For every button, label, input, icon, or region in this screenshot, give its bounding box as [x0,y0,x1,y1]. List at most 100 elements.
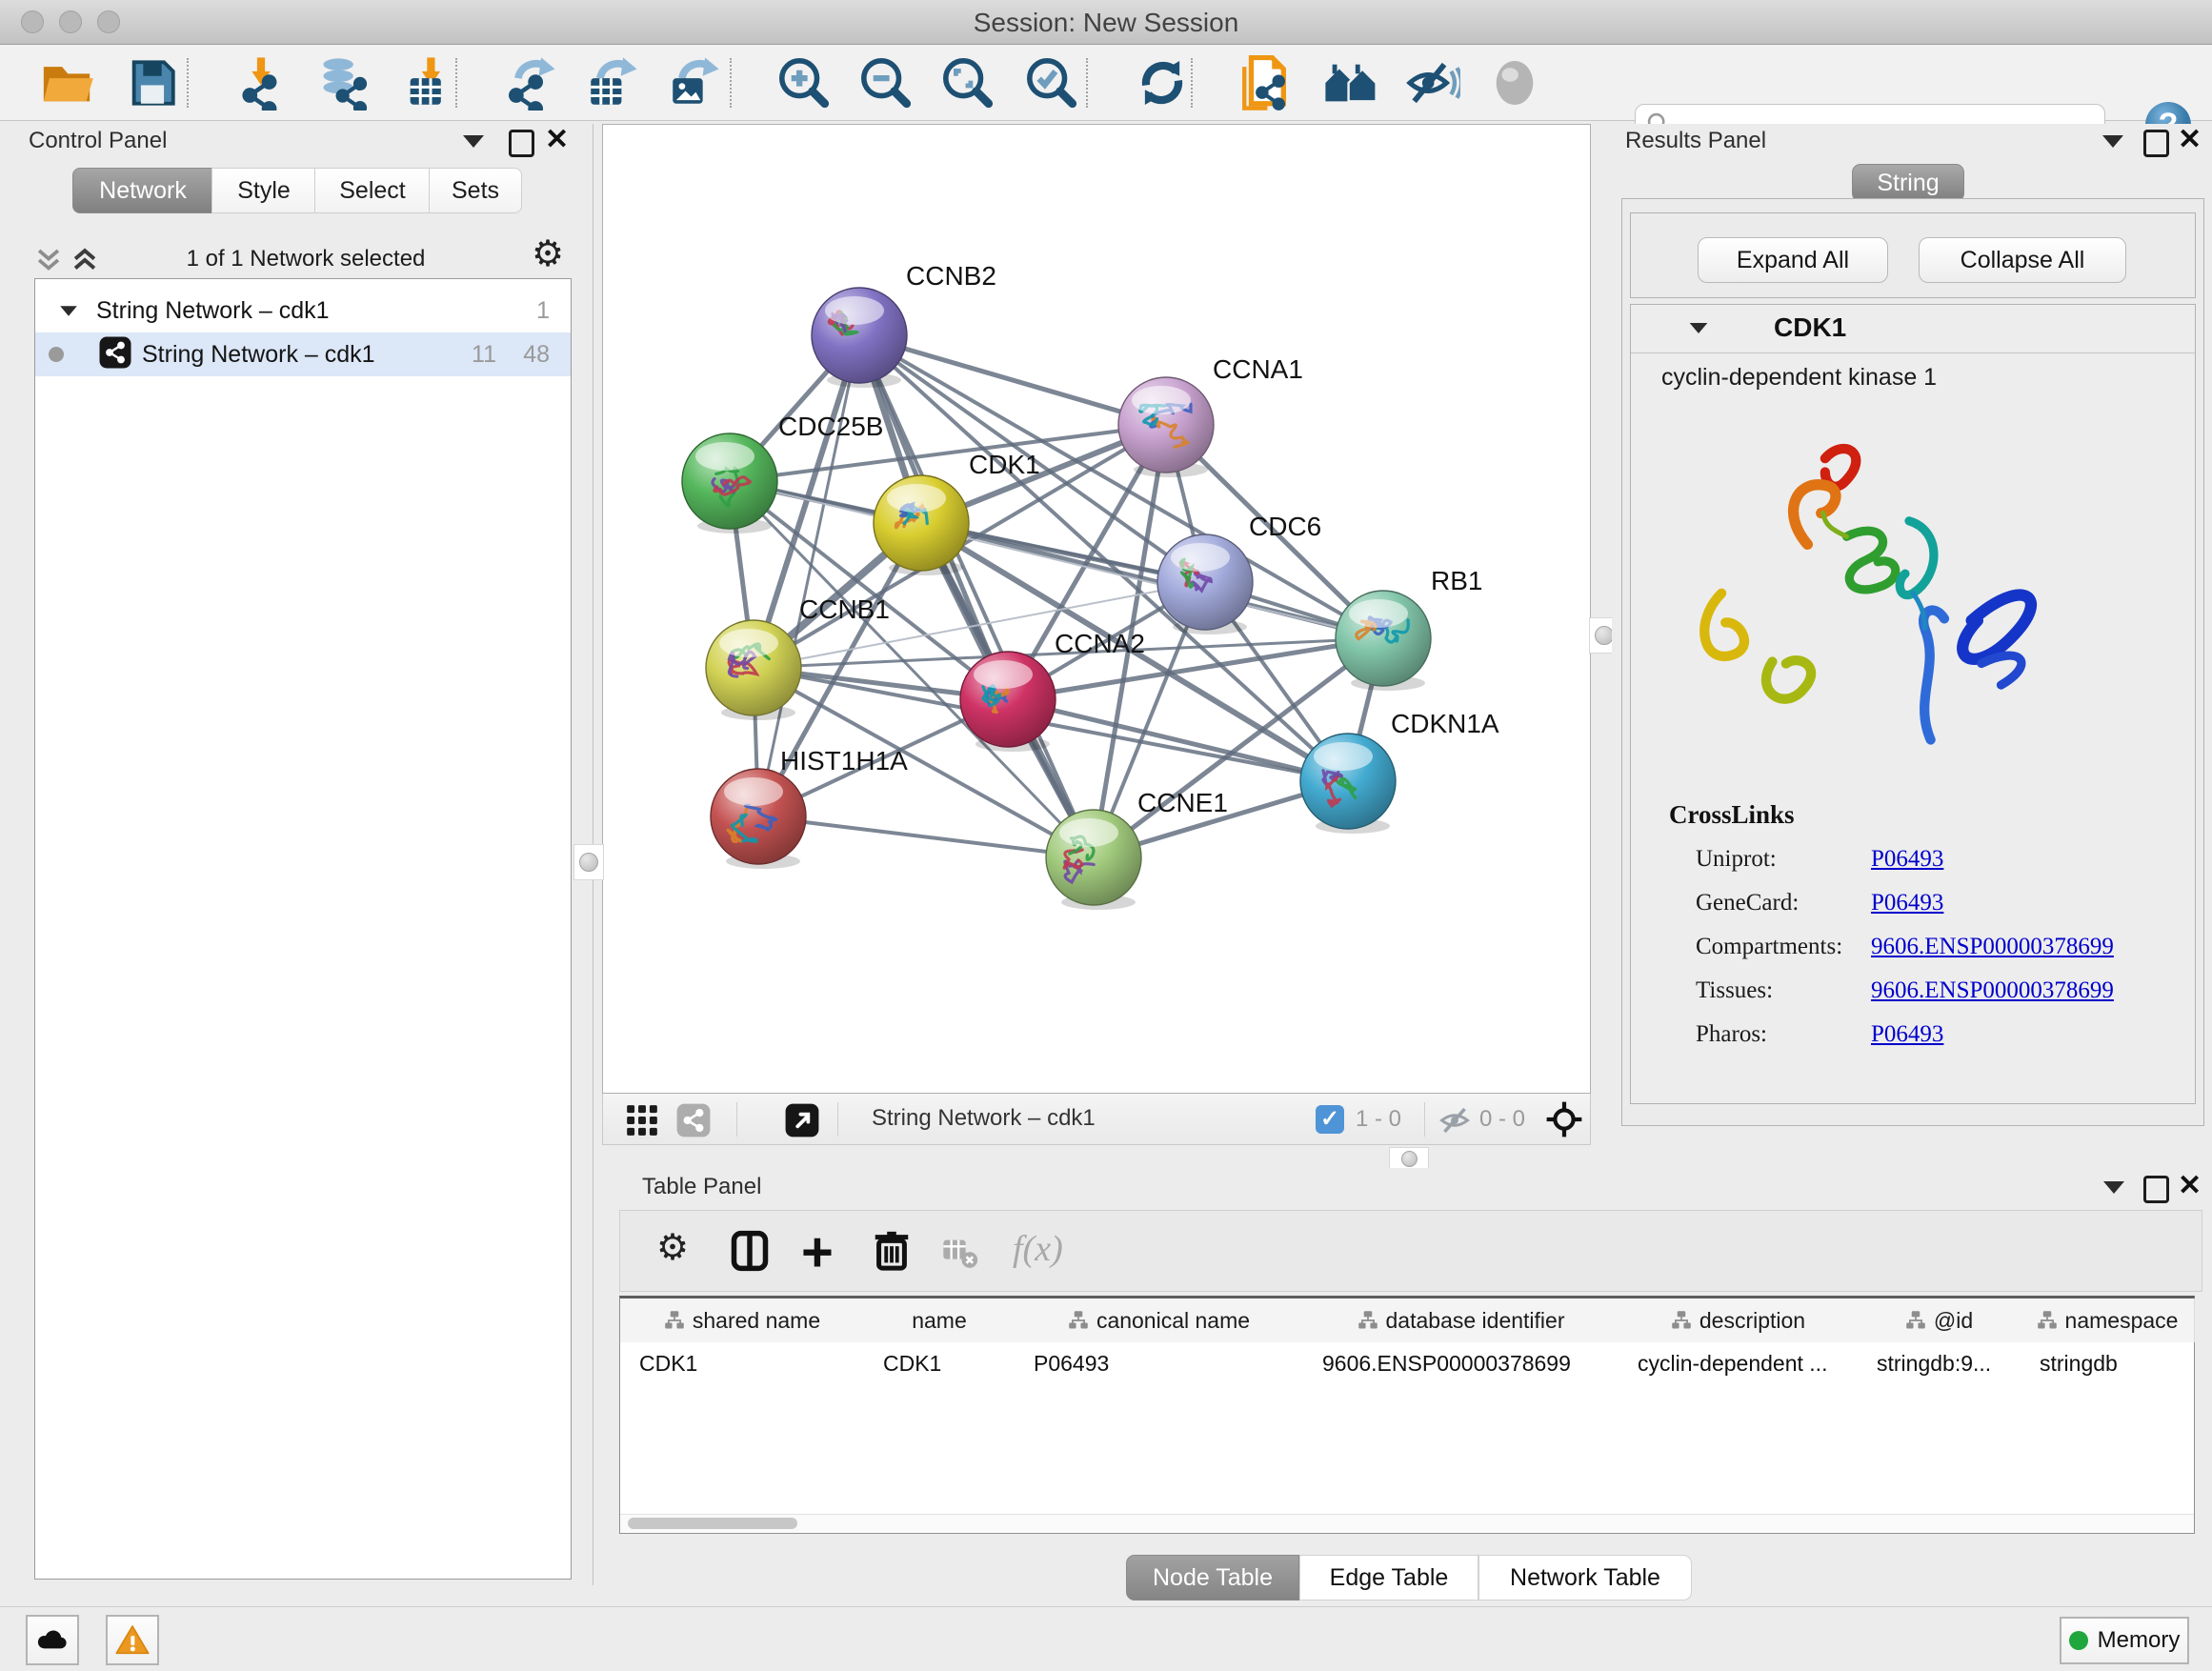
selected-checkbox-icon[interactable]: ✓ [1316,1105,1344,1134]
crosslink-label: Tissues: [1696,977,1773,1004]
import-network-database-icon[interactable] [309,54,377,111]
results-panel-float-icon[interactable] [2102,135,2123,148]
table-panel-maximize-icon[interactable] [2143,1176,2169,1203]
node-label-CCNA1: CCNA1 [1213,354,1303,384]
network-collection-row[interactable]: String Network – cdk1 1 [35,289,571,332]
hidden-node-edge-counts: 0 - 0 [1479,1106,1525,1133]
network-node-CCNA1[interactable] [1118,377,1214,477]
table-cell[interactable]: stringdb [2034,1342,2198,1384]
network-edge-CCNB2-HIST1H1A[interactable] [758,335,859,816]
network-share-view-icon[interactable] [675,1102,712,1143]
export-network-icon[interactable] [495,54,564,111]
tab-network[interactable]: Network [72,168,213,213]
hidden-eye-slash-icon[interactable] [1438,1103,1472,1142]
splitter-handle-left[interactable] [573,844,604,880]
divider [1424,1102,1425,1137]
column-header-name[interactable]: name [864,1299,1016,1342]
table-panel-float-icon[interactable] [2103,1181,2124,1194]
column-header-database-identifier[interactable]: database identifier [1303,1299,1619,1342]
import-table-file-icon[interactable] [394,54,463,111]
export-image-icon[interactable] [659,54,728,111]
zoom-in-icon[interactable] [770,54,838,111]
splitter-handle-horizontal[interactable] [1389,1147,1429,1170]
tab-select[interactable]: Select [314,168,431,213]
network-edge-HIST1H1A-CCNE1[interactable] [758,816,1094,857]
results-panel-close-icon[interactable]: ✕ [2178,128,2202,152]
column-header-shared-name[interactable]: shared name [620,1299,865,1342]
memory-button[interactable]: Memory [2060,1617,2189,1664]
save-session-icon[interactable] [118,54,187,111]
collapse-all-networks-icon[interactable] [32,244,65,281]
table-cell[interactable]: stringdb:9... [1871,1342,2024,1384]
crosslink-compartments-link[interactable]: 9606.ENSP00000378699 [1871,934,2114,960]
import-network-file-icon[interactable] [227,54,295,111]
zoom-out-icon[interactable] [852,54,920,111]
table-cell[interactable]: 9606.ENSP00000378699 [1317,1342,1622,1384]
collapse-all-button[interactable]: Collapse All [1919,237,2126,283]
table-cell[interactable]: cyclin-dependent ... [1632,1342,1861,1384]
birdseye-crosshair-icon[interactable] [1544,1099,1584,1144]
cloud-button[interactable] [26,1615,79,1665]
gene-expander-icon[interactable] [1690,323,1708,333]
tab-node-table[interactable]: Node Table [1126,1555,1299,1601]
table-cell[interactable]: P06493 [1028,1342,1307,1384]
control-panel-float-icon[interactable] [463,135,484,148]
network-node-CDKN1A[interactable] [1300,734,1396,834]
column-header--id[interactable]: @id [1858,1299,2021,1342]
hide-unhide-icon[interactable] [1398,54,1467,111]
collection-expander-icon[interactable] [60,306,77,315]
zoom-selected-icon[interactable] [1017,54,1086,111]
network-node-CDC25B[interactable] [682,433,777,534]
node-label-RB1: RB1 [1431,566,1482,595]
add-column-icon[interactable]: + [801,1220,834,1284]
delete-column-icon[interactable] [870,1228,914,1277]
column-header-namespace[interactable]: namespace [2021,1299,2195,1342]
warning-button[interactable] [106,1615,159,1665]
network-node-CCNB1[interactable] [706,620,801,720]
crosslink-label: GeneCard: [1696,890,1799,916]
table-options-gear-icon[interactable]: ⚙ [656,1230,689,1266]
show-columns-icon[interactable] [729,1230,771,1277]
crosslink-label: Uniprot: [1696,846,1777,873]
export-table-icon[interactable] [577,54,646,111]
tab-network-table[interactable]: Network Table [1478,1555,1692,1601]
control-panel-close-icon[interactable]: ✕ [545,128,569,152]
network-canvas[interactable]: CCNB2CCNA1CDC25BCDK1CDC6RB1CCNB1CCNA2CDK… [602,124,1591,1094]
network-row-selected[interactable]: String Network – cdk1 11 48 [35,332,571,376]
tab-string[interactable]: String [1852,164,1964,202]
network-file-icon[interactable] [1231,54,1299,111]
crosslink-uniprot-link[interactable]: P06493 [1871,846,1943,873]
tab-edge-table[interactable]: Edge Table [1299,1555,1478,1601]
results-panel-maximize-icon[interactable] [2143,130,2169,157]
expand-all-networks-icon[interactable] [69,244,101,281]
open-session-icon[interactable] [32,54,101,111]
column-header-canonical-name[interactable]: canonical name [1015,1299,1304,1342]
crosslink-genecard-link[interactable]: P06493 [1871,890,1943,916]
network-edge-CCNB2-CCNE1[interactable] [859,335,1094,857]
network-node-HIST1H1A[interactable] [711,769,806,869]
table-cell[interactable]: CDK1 [877,1342,1018,1384]
grid-view-icon[interactable] [624,1102,660,1143]
network-edge-count: 48 [523,341,550,369]
network-node-CDK1[interactable] [874,475,969,575]
table-panel-close-icon[interactable]: ✕ [2178,1174,2202,1198]
network-node-CCNE1[interactable] [1046,810,1141,910]
tab-style[interactable]: Style [211,168,316,213]
table-horizontal-scrollbar[interactable] [628,1518,797,1529]
open-in-window-icon[interactable] [784,1102,820,1143]
network-node-RB1[interactable] [1336,591,1431,691]
inactive-eye-icon[interactable] [1480,54,1549,111]
expand-all-button[interactable]: Expand All [1698,237,1888,283]
crosslink-tissues-link[interactable]: 9606.ENSP00000378699 [1871,977,2114,1004]
tab-sets[interactable]: Sets [429,168,522,213]
column-header-description[interactable]: description [1619,1299,1859,1342]
refresh-view-icon[interactable] [1128,54,1196,111]
string-home-icon[interactable] [1317,54,1385,111]
control-panel-maximize-icon[interactable] [509,130,534,157]
zoom-fit-icon[interactable] [934,54,1002,111]
crosslink-label: Pharos: [1696,1021,1767,1048]
crosslink-pharos-link[interactable]: P06493 [1871,1021,1943,1048]
table-cell[interactable]: CDK1 [633,1342,868,1384]
network-options-gear-icon[interactable]: ⚙ [532,236,564,272]
main-toolbar: ? [0,45,2212,121]
